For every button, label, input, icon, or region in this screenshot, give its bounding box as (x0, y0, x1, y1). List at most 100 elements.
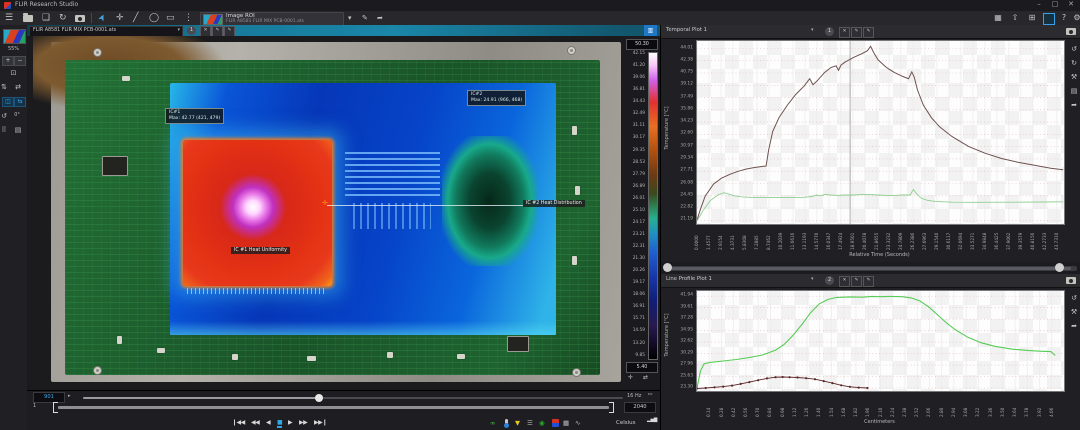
upload-icon[interactable]: ⇧ (1010, 13, 1020, 23)
line-profile-edit2-icon[interactable]: ✎ (863, 276, 874, 287)
roi-dropdown-icon[interactable]: ▾ (348, 12, 352, 24)
x-tick-label: 3.64 (1012, 391, 1017, 417)
ic2-annotation-label[interactable]: IC #2 Heat Distribution (523, 200, 585, 207)
measurement-cross-icon[interactable]: ✛ (322, 199, 328, 207)
frame-rate-value[interactable]: 16 Hz (627, 393, 641, 399)
fit-width-icon[interactable]: ◫ (2, 97, 14, 107)
stop-button[interactable]: ■ (277, 419, 282, 428)
line-profile-undo-icon[interactable]: ↺ (1067, 294, 1080, 302)
frame-expander-icon[interactable]: ▸ (68, 393, 71, 399)
cursor-tool-icon[interactable]: ➤ (96, 12, 110, 24)
range-track[interactable] (58, 406, 609, 409)
scale-colorbar[interactable] (648, 52, 658, 360)
line-tool-icon[interactable]: ╱ (133, 12, 138, 24)
thermal-image-canvas[interactable]: ✛ IC#1 Max: 42.77 (421, 479) IC#2 Max: 2… (27, 36, 623, 390)
close-button[interactable]: ✕ (1064, 0, 1078, 8)
chart-icon[interactable]: ∿ (575, 418, 580, 428)
ic2-tooltip[interactable]: IC#2 Max: 24.91 (966, 468) (467, 90, 526, 106)
ic1-tooltip[interactable]: IC#1 Max: 42.77 (421, 479) (165, 108, 224, 124)
line-profile-settings-wrench-icon[interactable]: ⚒ (1067, 308, 1080, 316)
rectangle-tool-icon[interactable]: ▭ (166, 12, 175, 24)
temporal-export-icon[interactable]: ➦ (1067, 101, 1080, 109)
file-icon[interactable]: ❏ (42, 12, 50, 24)
active-window-icon[interactable] (1043, 13, 1055, 25)
temporal-undo-icon[interactable]: ↺ (1067, 45, 1080, 53)
pan-mode-icon[interactable]: ⇆ (14, 97, 26, 107)
frame-slider-handle[interactable] (315, 394, 323, 402)
thermometer-icon[interactable] (505, 419, 508, 427)
filter-funnel-icon[interactable]: ▼ (515, 418, 520, 428)
temporal-plot-close-icon[interactable]: ✕ (839, 27, 850, 38)
skip-end-button[interactable]: ▶▶❙ (314, 419, 327, 426)
line-profile-snapshot-icon[interactable] (1066, 277, 1076, 284)
step-back-button[interactable]: ◀ (266, 419, 270, 426)
tab-dropdown-icon[interactable]: ▾ (177, 27, 180, 33)
frame-rate-edit-icon[interactable]: ✏ (648, 392, 653, 398)
layout-grid-icon[interactable]: ▦ (993, 13, 1003, 23)
zoom-in-button[interactable]: + (2, 56, 14, 66)
temporal-settings-wrench-icon[interactable]: ⚒ (1067, 73, 1080, 81)
temporal-plot-edit-icon[interactable]: ✎ (851, 27, 862, 38)
crosshair-icon[interactable]: ✛ (628, 374, 633, 381)
temporal-save-icon[interactable]: ▤ (1067, 87, 1080, 95)
minimize-button[interactable]: – (1032, 0, 1046, 8)
temporal-plot-snapshot-icon[interactable] (1066, 28, 1076, 35)
line-profile-export-icon[interactable]: ➦ (1067, 322, 1080, 330)
help-icon[interactable]: ? (1059, 13, 1069, 23)
range-scroll-span[interactable] (671, 267, 1071, 270)
temporal-range-scrollbar[interactable] (661, 262, 1080, 274)
ic1-annotation-label[interactable]: IC #1 Heat Uniformity (231, 247, 290, 254)
scale-max-value[interactable]: 50.30 (626, 39, 658, 50)
play-button[interactable]: ▶ (288, 419, 292, 426)
fit-to-window-icon[interactable]: ⊡ (0, 69, 27, 77)
line-profile-edit-icon[interactable]: ✎ (851, 276, 862, 287)
move-horizontal-icon[interactable]: ⇄ (643, 374, 648, 381)
range-scroll-right-handle[interactable] (1055, 263, 1064, 272)
ic1-hot-region[interactable] (183, 140, 332, 286)
move-tool-icon[interactable]: ✛ (116, 12, 124, 24)
link-icon[interactable]: ∞ (490, 418, 495, 428)
range-scroll-left-handle[interactable] (663, 263, 672, 272)
roi-edit-icon[interactable]: ✎ (362, 12, 368, 24)
unit-selector[interactable]: Celsius (616, 420, 636, 426)
table-icon[interactable]: ▦ (563, 418, 569, 428)
histogram-icon[interactable]: ▂▅▇ (647, 418, 657, 423)
component (575, 186, 580, 195)
line-profile-measurement-line[interactable] (327, 205, 523, 206)
fast-forward-button[interactable]: ▶▶ (299, 419, 307, 426)
scale-badge-icon[interactable]: ▥ (644, 25, 657, 36)
sliders-icon[interactable]: ☰ (527, 418, 533, 428)
open-folder-icon[interactable] (23, 15, 33, 22)
roi-share-icon[interactable]: ➦ (377, 12, 383, 24)
add-window-icon[interactable]: ⊞ (1027, 13, 1037, 23)
skip-start-button[interactable]: ❙◀◀ (232, 419, 245, 426)
settings-gear-icon[interactable]: ⚙ (1072, 13, 1080, 23)
zoom-level[interactable]: 55% (0, 46, 27, 52)
temporal-redo-icon[interactable]: ↻ (1067, 59, 1080, 67)
end-frame-field[interactable]: 2040 (624, 402, 656, 413)
thermal-overlay-region[interactable] (170, 83, 556, 335)
image-roi-selector[interactable]: Image ROI FLIR A8581 FLIR MIX PCB-0001.a… (200, 12, 344, 26)
line-profile-dropdown-icon[interactable]: ▾ (811, 276, 814, 282)
globe-icon[interactable]: ◉ (539, 418, 545, 428)
temporal-plot-dropdown-icon[interactable]: ▾ (811, 27, 814, 33)
current-frame-field[interactable]: 901 (33, 392, 65, 403)
refresh-icon[interactable]: ↻ (59, 12, 67, 24)
more-tools-icon[interactable]: ⋮ (184, 12, 193, 24)
palette-icon[interactable] (552, 419, 559, 427)
temporal-plot-canvas[interactable] (696, 40, 1065, 225)
camera-icon[interactable] (75, 15, 85, 22)
line-profile-canvas[interactable] (696, 290, 1065, 392)
flip-horizontal-icon[interactable]: ⇄ (8, 83, 28, 91)
temporal-plot-edit2-icon[interactable]: ✎ (863, 27, 874, 38)
scale-min-value[interactable]: 5.40 (626, 362, 658, 373)
page-icon[interactable]: ▤ (8, 126, 28, 134)
overview-thumbnail[interactable] (3, 29, 26, 44)
line-profile-close-icon[interactable]: ✕ (839, 276, 850, 287)
rewind-button[interactable]: ◀◀ (251, 419, 259, 426)
menu-icon[interactable]: ☰ (5, 12, 13, 24)
range-end-handle[interactable] (609, 402, 614, 413)
ellipse-tool-icon[interactable]: ◯ (149, 12, 159, 24)
maximize-button[interactable]: □ (1048, 0, 1062, 8)
zoom-out-button[interactable]: − (14, 56, 26, 66)
